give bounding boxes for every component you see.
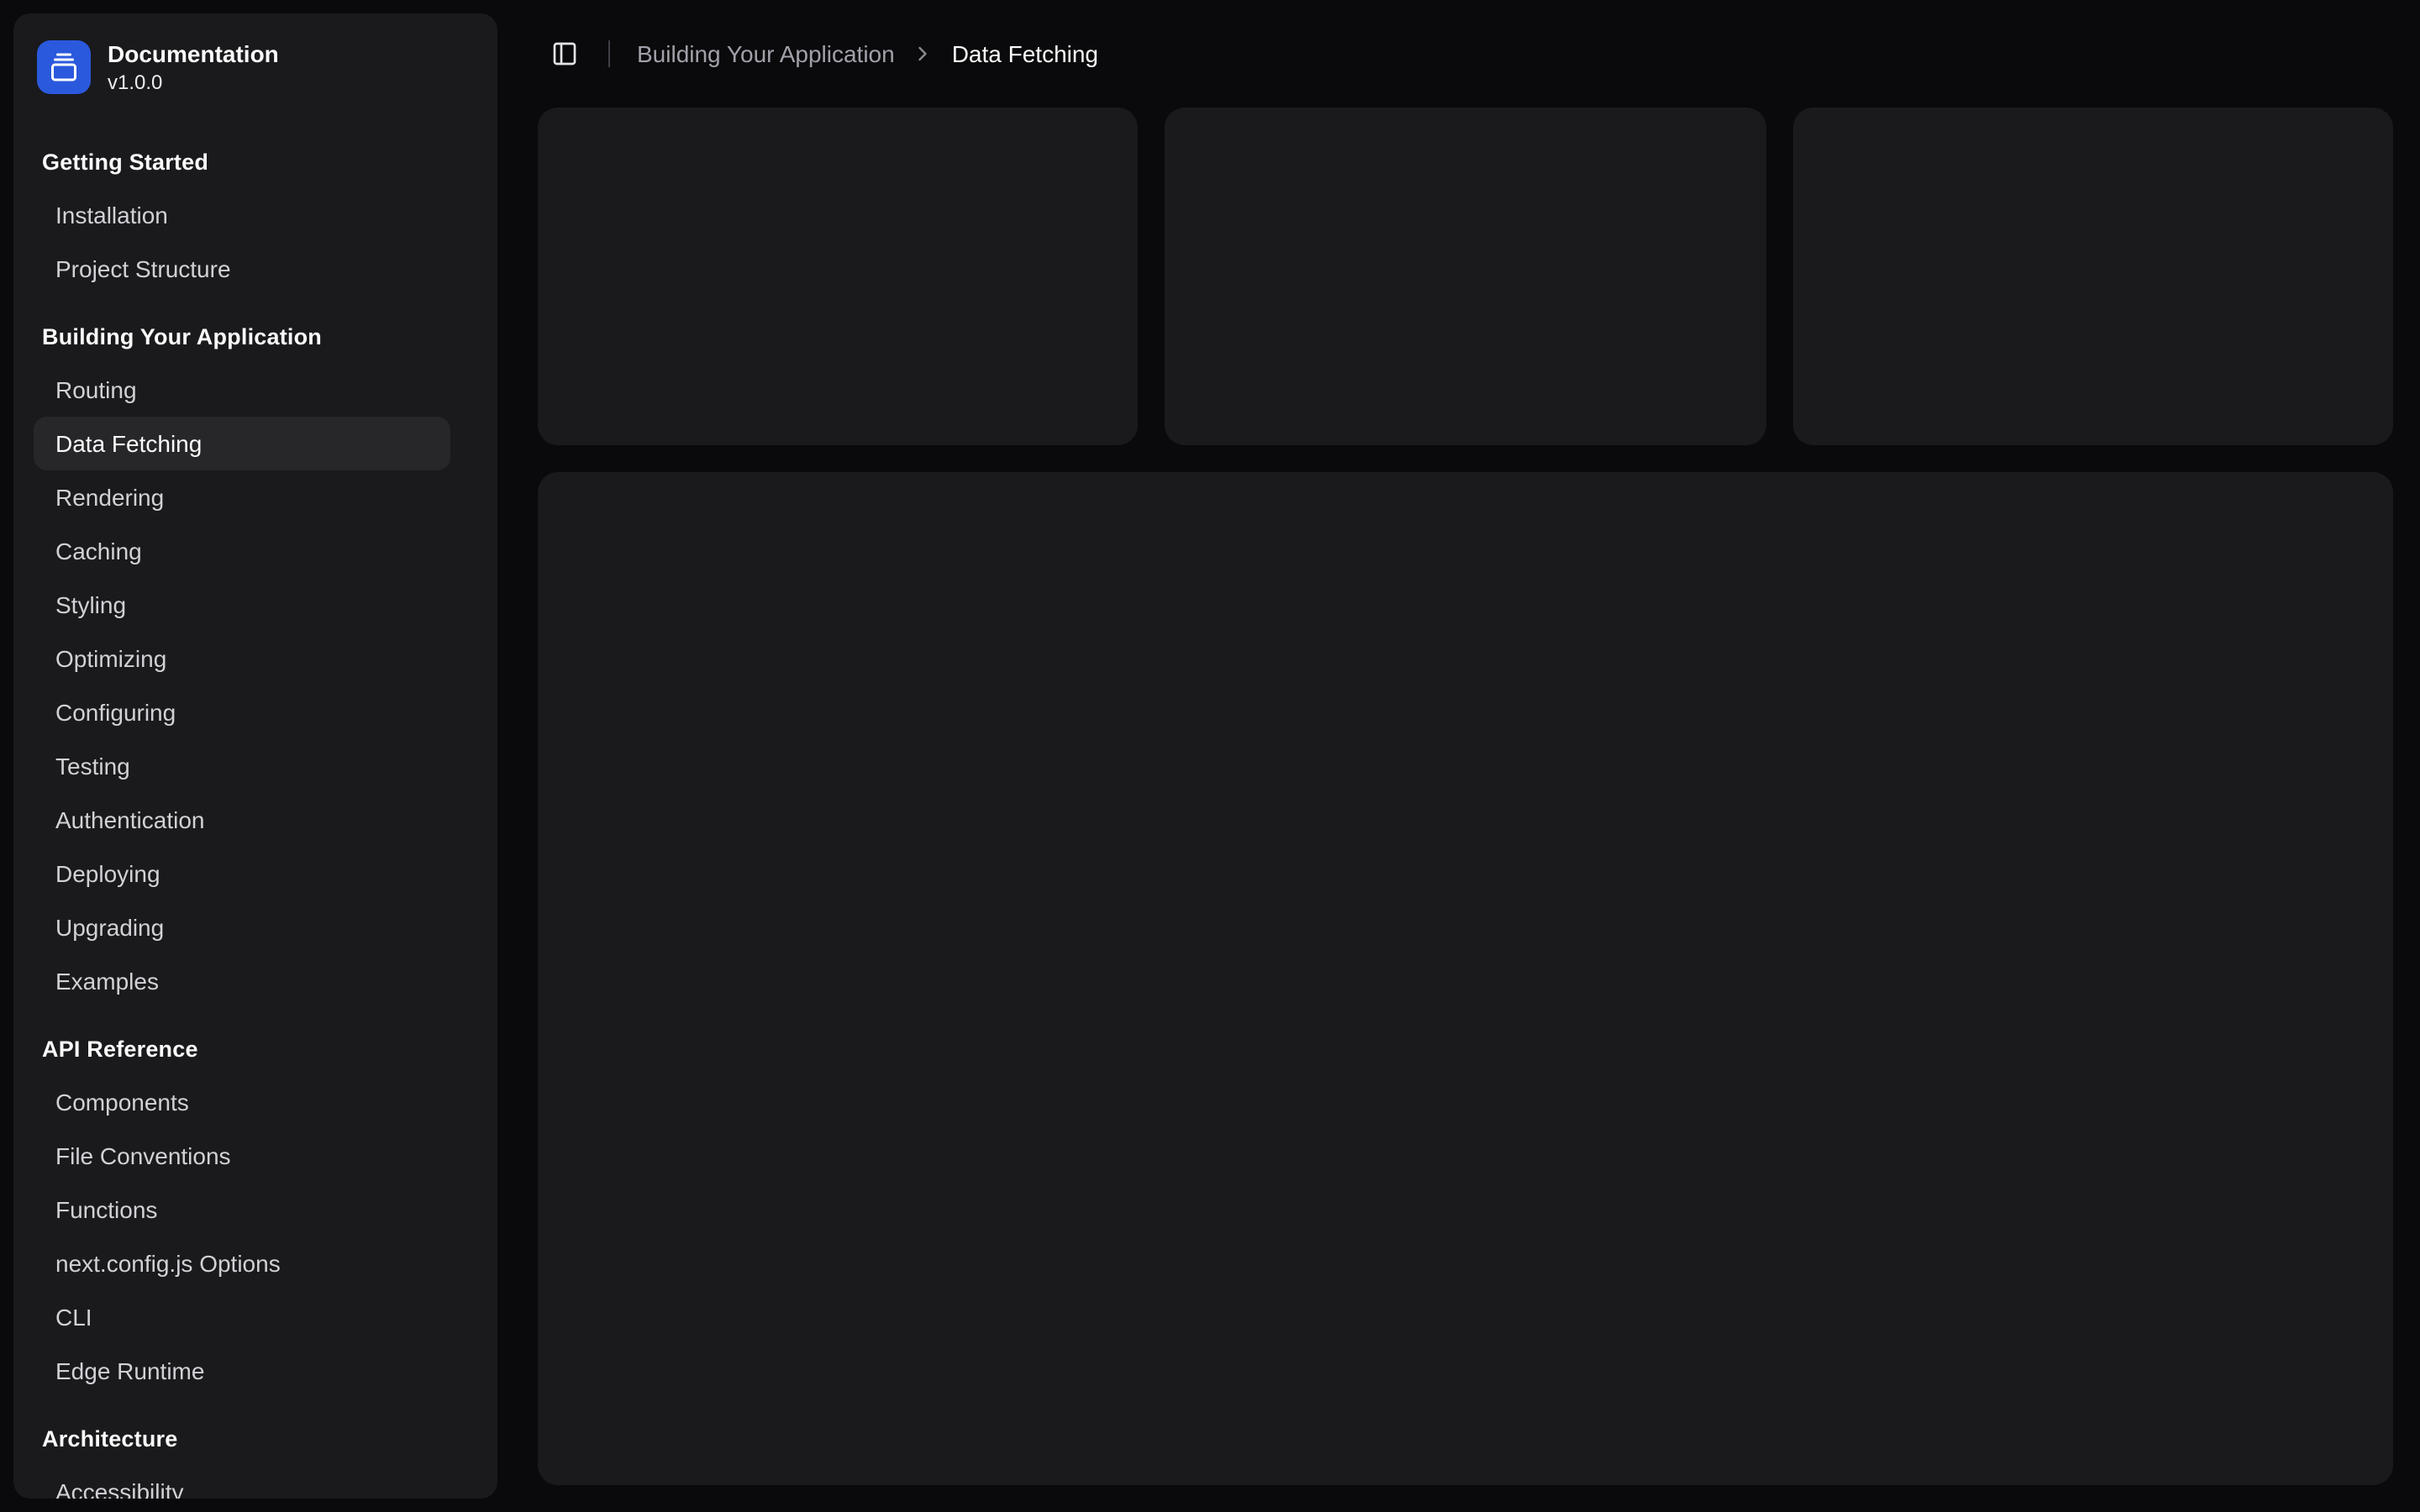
app-logo: [37, 40, 91, 94]
chevron-right-icon: [912, 42, 935, 66]
sidebar-group-items: Installation Project Structure: [27, 188, 484, 296]
sidebar-header[interactable]: Documentation v1.0.0: [27, 27, 484, 108]
sidebar-group-items: Routing Data Fetching Rendering Caching …: [27, 363, 484, 1008]
sidebar-item-examples[interactable]: Examples: [34, 954, 450, 1008]
gallery-vertical-end-icon: [49, 52, 79, 82]
sidebar-item-installation[interactable]: Installation: [34, 188, 450, 242]
sidebar-item-project-structure[interactable]: Project Structure: [34, 242, 450, 296]
sidebar-item-file-conventions[interactable]: File Conventions: [34, 1129, 450, 1183]
content-placeholder-card: [1792, 108, 2393, 445]
breadcrumb-current: Data Fetching: [952, 40, 1098, 67]
main-area: Building Your Application Data Fetching: [511, 0, 2420, 1512]
sidebar-item-rendering[interactable]: Rendering: [34, 470, 450, 524]
sidebar-group-label: Architecture: [27, 1411, 484, 1465]
header-separator: [608, 40, 610, 67]
sidebar-toggle-button[interactable]: [541, 30, 588, 77]
app-identity: Documentation v1.0.0: [108, 40, 279, 94]
sidebar-item-components[interactable]: Components: [34, 1075, 450, 1129]
sidebar-group: API Reference Components File Convention…: [27, 1021, 484, 1398]
sidebar-item-accessibility[interactable]: Accessibility: [34, 1465, 450, 1499]
app-version: v1.0.0: [108, 70, 279, 94]
sidebar-item-testing[interactable]: Testing: [34, 739, 450, 793]
content-placeholder-card: [1165, 108, 1766, 445]
sidebar-group-items: Accessibility: [27, 1465, 484, 1499]
sidebar-group-label: Building Your Application: [27, 309, 484, 363]
main-content: [511, 108, 2420, 1512]
sidebar-item-configuring[interactable]: Configuring: [34, 685, 450, 739]
content-placeholder-card: [538, 108, 1139, 445]
main-header: Building Your Application Data Fetching: [511, 0, 2420, 108]
content-placeholder-large: [538, 472, 2393, 1485]
sidebar-item-optimizing[interactable]: Optimizing: [34, 632, 450, 685]
sidebar-group-items: Components File Conventions Functions ne…: [27, 1075, 484, 1398]
sidebar: Documentation v1.0.0 Getting Started Ins…: [13, 13, 497, 1499]
breadcrumb: Building Your Application Data Fetching: [637, 40, 1098, 67]
sidebar-nav: Getting Started Installation Project Str…: [27, 134, 484, 1499]
sidebar-item-caching[interactable]: Caching: [34, 524, 450, 578]
sidebar-group: Building Your Application Routing Data F…: [27, 309, 484, 1008]
sidebar-item-cli[interactable]: CLI: [34, 1290, 450, 1344]
sidebar-group-label: Getting Started: [27, 134, 484, 188]
panel-left-icon: [551, 40, 578, 67]
sidebar-item-upgrading[interactable]: Upgrading: [34, 900, 450, 954]
app-title: Documentation: [108, 40, 279, 69]
sidebar-item-next-config-js-options[interactable]: next.config.js Options: [34, 1236, 450, 1290]
sidebar-item-edge-runtime[interactable]: Edge Runtime: [34, 1344, 450, 1398]
sidebar-item-authentication[interactable]: Authentication: [34, 793, 450, 847]
sidebar-group: Getting Started Installation Project Str…: [27, 134, 484, 296]
sidebar-item-routing[interactable]: Routing: [34, 363, 450, 417]
sidebar-item-styling[interactable]: Styling: [34, 578, 450, 632]
sidebar-group: Architecture Accessibility: [27, 1411, 484, 1499]
breadcrumb-parent[interactable]: Building Your Application: [637, 40, 895, 67]
sidebar-item-data-fetching[interactable]: Data Fetching: [34, 417, 450, 470]
placeholder-cards-row: [538, 108, 2393, 445]
sidebar-group-label: API Reference: [27, 1021, 484, 1075]
sidebar-item-functions[interactable]: Functions: [34, 1183, 450, 1236]
app-window: Documentation v1.0.0 Getting Started Ins…: [0, 0, 2420, 1512]
sidebar-item-deploying[interactable]: Deploying: [34, 847, 450, 900]
